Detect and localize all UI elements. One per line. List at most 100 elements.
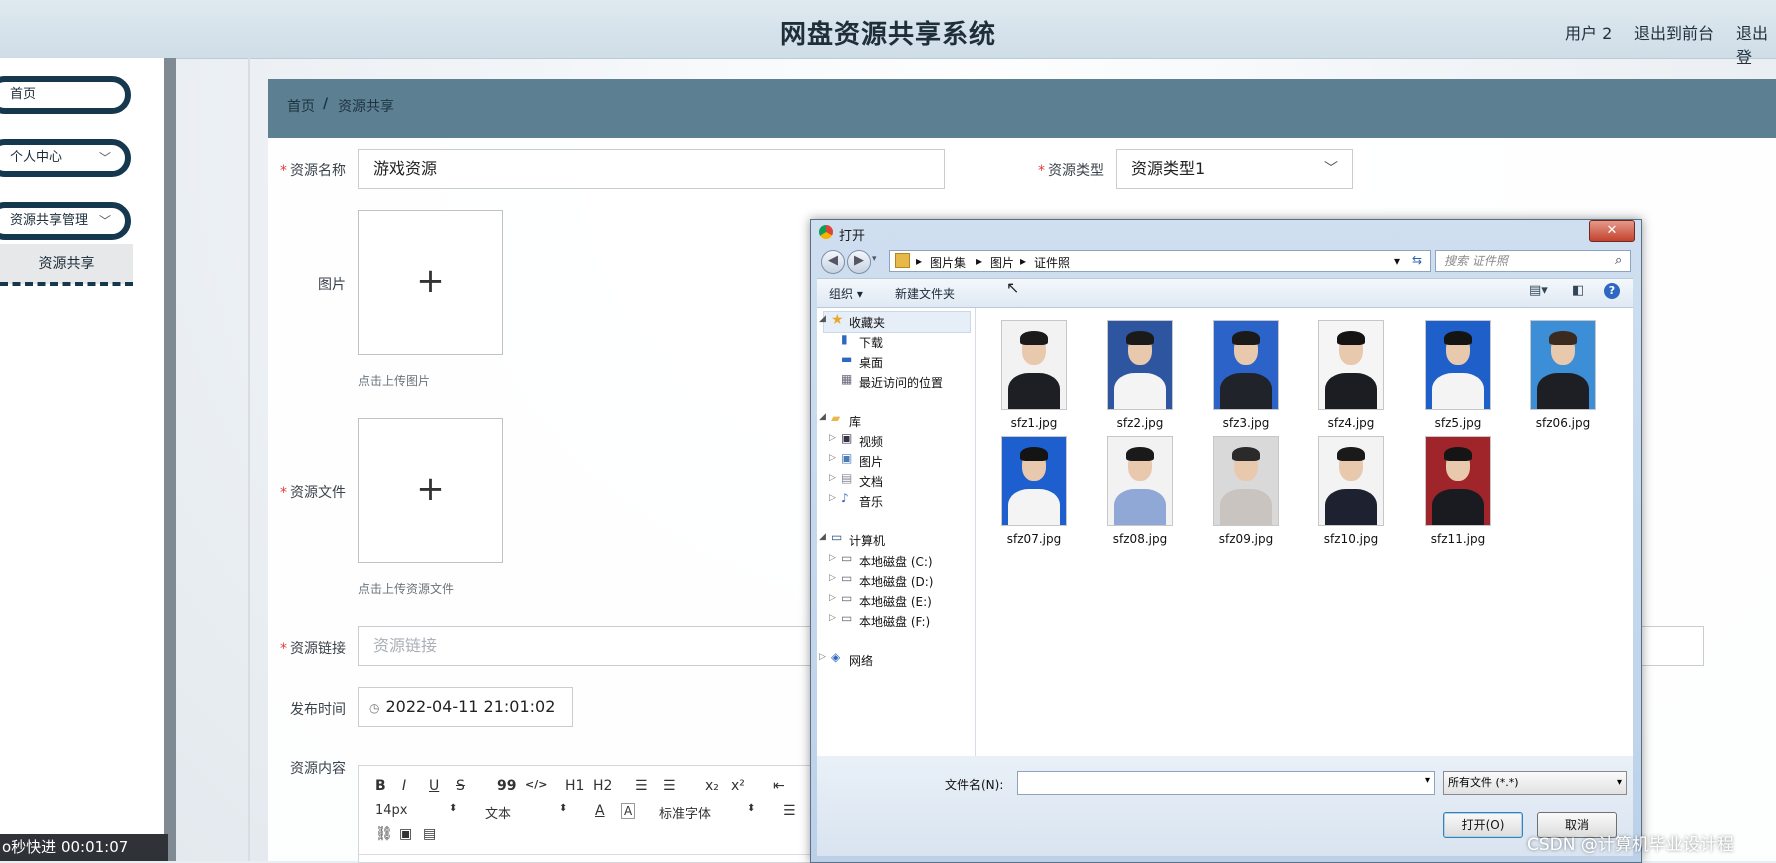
sidebar-item-label: 资源共享管理 [10,213,89,228]
expand-icon[interactable]: ▷ [829,433,836,443]
resource-name-input[interactable]: 游戏资源 [358,149,945,189]
bold-button[interactable]: B [375,778,386,794]
expand-icon[interactable]: ▷ [829,553,836,563]
path-segment[interactable]: 图片集 [930,254,966,271]
nav-downloads[interactable]: 下载 [859,334,883,351]
address-dropdown-icon[interactable]: ▾ [1394,254,1400,268]
organize-menu[interactable]: 组织 ▾ [829,285,863,302]
image-upload-box[interactable]: + [358,210,503,355]
expand-icon[interactable]: ▷ [829,453,836,463]
underline-button[interactable]: U [429,778,439,794]
font-size-select[interactable]: 14px [375,803,408,818]
chevron-down-icon[interactable]: ▾ [1425,775,1430,786]
address-bar[interactable]: ▸ 图片集 ▸ 图片 ▸ 证件照 ▾ ⇆ [889,250,1431,272]
file-item[interactable]: sfz11.jpg [1413,436,1503,546]
path-segment[interactable]: 图片 [990,254,1014,271]
resource-type-select[interactable]: 资源类型1 ﹀ [1116,149,1353,189]
view-options-icon[interactable]: ▤▾ [1529,283,1548,298]
refresh-icon[interactable]: ⇆ [1412,253,1422,267]
expand-icon[interactable]: ▷ [829,593,836,603]
breadcrumb-home[interactable]: 首页 [287,96,315,116]
align-button[interactable]: ☰ [783,803,796,819]
nav-computer[interactable]: 计算机 [849,532,885,549]
chevron-updown-icon[interactable]: ⬍ [559,803,567,814]
ordered-list-button[interactable]: ☰ [635,778,648,794]
file-item[interactable]: sfz06.jpg [1518,320,1608,430]
image-icon[interactable]: ▣ [399,826,412,842]
video-icon[interactable]: ▤ [423,826,436,842]
nav-desktop[interactable]: 桌面 [859,354,883,371]
nav-libraries[interactable]: 库 [849,413,861,430]
back-to-front-link[interactable]: 退出到前台 [1634,20,1714,44]
sidebar-subitem-resource-share[interactable]: 资源共享 [0,244,133,284]
open-button[interactable]: 打开(O) [1443,812,1523,838]
logout-link[interactable]: 退出登 [1736,20,1776,68]
collapse-icon[interactable]: ◢ [819,314,826,324]
sidebar-scroll-rail[interactable] [164,58,176,861]
file-type-select[interactable]: 所有文件 (*.*) ▾ [1443,771,1627,795]
sidebar-item-resource-mgmt[interactable]: 资源共享管理 ﹀ [0,202,131,240]
nav-disk-e[interactable]: 本地磁盘 (E:) [859,593,932,610]
collapse-icon[interactable]: ◢ [819,532,826,542]
help-icon[interactable]: ? [1604,283,1620,299]
subscript-button[interactable]: x₂ [705,778,719,794]
expand-icon[interactable]: ▷ [829,493,836,503]
close-button[interactable]: ✕ [1589,220,1635,242]
file-item[interactable]: sfz08.jpg [1095,436,1185,546]
expand-icon[interactable]: ▷ [829,473,836,483]
forward-arrow-icon[interactable]: ▶ [847,250,871,274]
path-segment[interactable]: 证件照 [1034,254,1070,271]
file-item[interactable]: sfz4.jpg [1306,320,1396,430]
filename-input[interactable]: ▾ [1017,771,1435,795]
font-color-button[interactable]: A [595,803,605,819]
bullet-list-button[interactable]: ☰ [663,778,676,794]
nav-favorites[interactable]: 收藏夹 [849,314,885,331]
nav-videos[interactable]: 视频 [859,433,883,450]
expand-icon[interactable]: ▷ [829,573,836,583]
nav-disk-d[interactable]: 本地磁盘 (D:) [859,573,933,590]
background-color-button[interactable]: A [621,803,636,819]
indent-button[interactable]: ⇤ [773,778,785,794]
sidebar-item-personal[interactable]: 个人中心 ﹀ [0,139,131,177]
nav-music[interactable]: 音乐 [859,493,883,510]
collapse-icon[interactable]: ◢ [819,412,826,422]
watermark: CSDN @计算机毕业设计程 [1527,835,1734,855]
search-input[interactable]: 搜索 证件照 [1435,250,1631,272]
nav-pictures[interactable]: 图片 [859,453,883,470]
italic-button[interactable]: I [402,778,406,794]
file-item[interactable]: sfz10.jpg [1306,436,1396,546]
nav-documents[interactable]: 文档 [859,473,883,490]
nav-disk-f[interactable]: 本地磁盘 (F:) [859,613,930,630]
h1-button[interactable]: H1 [565,778,584,794]
expand-icon[interactable]: ▷ [829,613,836,623]
nav-recent[interactable]: 最近访问的位置 [859,374,943,391]
history-dropdown-icon[interactable]: ▾ [872,254,877,264]
chevron-updown-icon[interactable]: ⬍ [449,803,457,814]
sidebar-item-home[interactable]: 首页 [0,76,131,114]
link-icon[interactable]: ⛓ [375,826,393,842]
new-folder-button[interactable]: 新建文件夹 [895,285,955,302]
expand-icon[interactable]: ▷ [819,652,826,662]
file-item[interactable]: sfz09.jpg [1201,436,1291,546]
file-upload-box[interactable]: + [358,418,503,563]
file-item[interactable]: sfz2.jpg [1095,320,1185,430]
preview-pane-icon[interactable]: ◧ [1572,283,1584,298]
nav-disk-c[interactable]: 本地磁盘 (C:) [859,553,933,570]
user-link[interactable]: 用户 2 [1565,20,1612,44]
text-type-select[interactable]: 文本 [485,803,511,822]
file-item[interactable]: sfz1.jpg [989,320,1079,430]
folder-icon [895,253,910,268]
nav-network[interactable]: 网络 [849,652,873,669]
h2-button[interactable]: H2 [593,778,612,794]
back-arrow-icon[interactable]: ◀ [821,250,845,274]
strike-button[interactable]: S [456,778,465,794]
code-button[interactable]: </> [525,778,547,791]
file-item[interactable]: sfz3.jpg [1201,320,1291,430]
quote-button[interactable]: 99 [497,778,516,794]
font-family-select[interactable]: 标准字体 [659,803,711,822]
file-item[interactable]: sfz07.jpg [989,436,1079,546]
publish-time-input[interactable]: ◷ 2022-04-11 21:01:02 [358,687,573,727]
chevron-updown-icon[interactable]: ⬍ [747,803,755,814]
superscript-button[interactable]: x² [731,778,745,794]
file-item[interactable]: sfz5.jpg [1413,320,1503,430]
